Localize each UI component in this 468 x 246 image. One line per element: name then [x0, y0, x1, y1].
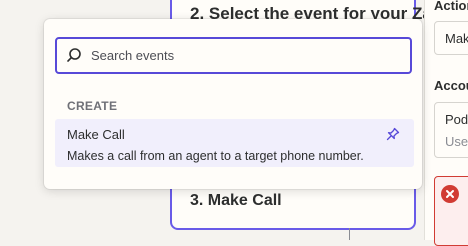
- event-dropdown-popover: CREATE Make Call Makes a call from an ag…: [44, 19, 422, 189]
- event-option-make-call[interactable]: Make Call Makes a call from an agent to …: [55, 119, 414, 167]
- account-label: Accou: [434, 78, 468, 93]
- search-events-box[interactable]: [55, 37, 412, 74]
- event-option-description: Makes a call from an agent to a target p…: [67, 149, 364, 163]
- search-events-input[interactable]: [91, 39, 391, 72]
- account-card[interactable]: [434, 102, 468, 158]
- step-3-heading[interactable]: 3. Make Call: [190, 192, 282, 210]
- error-circle-icon: [441, 185, 459, 203]
- search-icon: [66, 47, 82, 63]
- step-connector-line: [349, 228, 350, 240]
- action-select-value: Mak: [445, 31, 468, 46]
- account-subtitle: Use: [445, 134, 468, 149]
- event-option-title: Make Call: [67, 127, 125, 142]
- section-header-create: CREATE: [67, 99, 118, 113]
- pin-icon[interactable]: [386, 127, 400, 141]
- account-title: Pod: [445, 112, 468, 127]
- action-label: Action: [434, 0, 468, 13]
